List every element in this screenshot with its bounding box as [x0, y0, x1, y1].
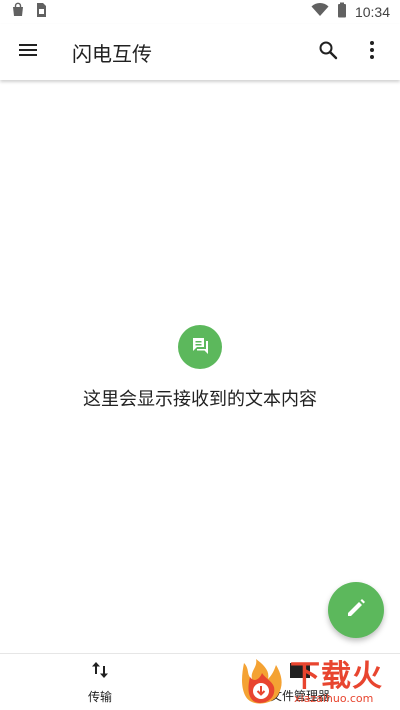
- menu-button[interactable]: [0, 24, 56, 80]
- watermark-text: 下载火 xiazaihuo.com: [290, 661, 383, 705]
- compose-fab-button[interactable]: [328, 582, 384, 638]
- edit-icon: [345, 597, 367, 623]
- nav-item-transfer[interactable]: 传输: [0, 654, 200, 710]
- wifi-icon: [311, 2, 329, 22]
- more-vert-icon: [369, 40, 375, 64]
- status-right: 10:34: [311, 2, 390, 22]
- flame-logo-icon: [236, 657, 288, 709]
- status-left: [10, 2, 48, 22]
- received-text-list: 这里会显示接收到的文本内容: [0, 80, 400, 653]
- status-bar: 10:34: [0, 0, 400, 24]
- watermark-subtitle: xiazaihuo.com: [294, 692, 374, 705]
- page-title: 闪电互传: [72, 41, 152, 66]
- search-button[interactable]: [306, 24, 350, 80]
- search-icon: [318, 40, 338, 64]
- sim-icon: [34, 2, 48, 22]
- watermark: 下载火 xiazaihuo.com: [236, 656, 400, 710]
- swap-vert-icon: [91, 660, 109, 684]
- battery-icon: [337, 2, 347, 22]
- nav-item-label: 传输: [87, 689, 112, 704]
- empty-state-message: 这里会显示接收到的文本内容: [83, 389, 317, 410]
- app-bar: 闪电互传: [0, 24, 400, 80]
- menu-icon: [18, 42, 38, 62]
- watermark-title: 下载火: [290, 659, 383, 694]
- empty-state-badge: [178, 325, 222, 369]
- chat-icon: [189, 334, 211, 360]
- more-options-button[interactable]: [350, 24, 394, 80]
- bag-icon: [10, 2, 26, 22]
- status-time: 10:34: [354, 4, 390, 20]
